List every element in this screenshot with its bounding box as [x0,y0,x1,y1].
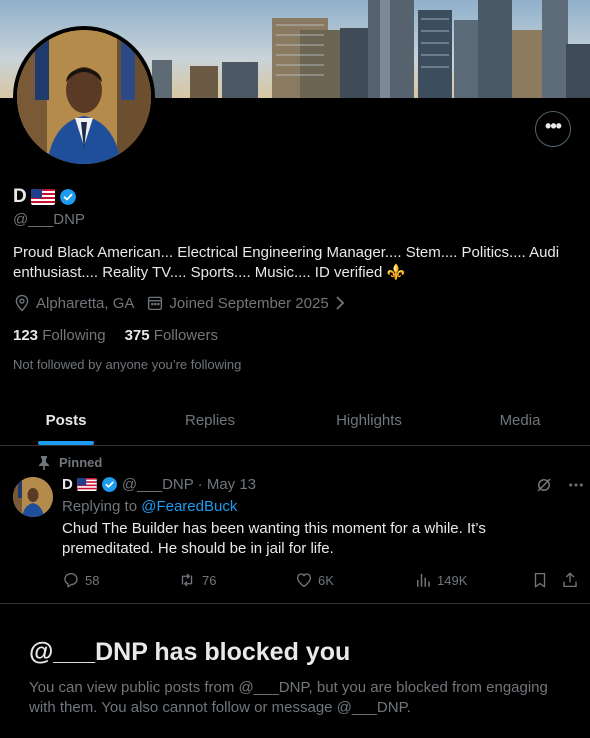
tab-media[interactable]: Media [450,396,590,445]
pinned-label: Pinned [59,455,103,470]
share-icon [563,572,577,588]
us-flag-icon [77,478,97,491]
profile-handle: @___DNP [13,211,85,228]
replying-to-link[interactable]: @FearedBuck [141,498,237,515]
replying-prefix: Replying to [62,498,142,515]
joined-item[interactable]: Joined September 2025 [146,294,345,312]
us-flag-icon [30,189,55,205]
following-label: Following [42,327,106,344]
pinned-indicator: Pinned [38,455,102,470]
grok-icon[interactable] [535,476,553,494]
profile-meta: Alpharetta, GA Joined September 2025 [13,294,358,312]
joined-text: Joined September 2025 [169,294,329,312]
repost-button[interactable]: 76 [177,571,216,589]
views-chart-icon [417,574,430,587]
reply-button[interactable]: 58 [62,571,99,589]
views-count: 149K [437,572,468,588]
location-item: Alpharetta, GA [13,294,134,312]
profile-bio: Proud Black American... Electrical Engin… [13,244,560,281]
location-pin-icon [15,294,29,312]
followers-count: 375 [124,327,150,344]
more-dots-icon: ••• [545,116,562,136]
bookmark-button[interactable] [531,571,549,589]
share-button[interactable] [561,571,579,589]
views-button[interactable]: 149K [414,571,467,589]
tweet-author-avatar[interactable] [13,477,53,517]
tweet-actions: 58 76 6K 149K [62,571,580,591]
avatar-photo [17,30,151,164]
replying-to: Replying to @FearedBuck [62,498,237,515]
tab-highlights[interactable]: Highlights [288,396,450,445]
reply-count: 58 [85,572,100,588]
blocked-description: You can view public posts from @___DNP, … [29,679,548,716]
profile-avatar[interactable] [13,26,155,168]
tweet-more-icon[interactable] [567,476,585,494]
repost-count: 76 [202,572,217,588]
tab-posts[interactable]: Posts [0,396,132,445]
reply-icon [64,572,78,588]
follow-stats: 123 Following 375 Followers [13,327,218,344]
section-divider [0,603,590,604]
profile-tabs: Posts Replies Highlights Media [0,396,590,446]
not-followed-notice: Not followed by anyone you’re following [13,357,242,372]
repost-icon [181,573,193,587]
profile-name: D [13,186,27,207]
pin-icon [39,455,49,470]
bookmark-icon [534,572,546,588]
location-text: Alpharetta, GA [36,294,135,312]
chevron-right-icon [336,296,344,310]
more-options-button[interactable]: ••• [535,111,571,147]
tweet-text: Chud The Builder has been wanting this m… [62,520,486,557]
tweet-tools [535,476,585,494]
tweet-author-name[interactable]: D [62,476,73,493]
blocked-title: @___DNP has blocked you [29,638,351,666]
following-link[interactable]: 123 Following [13,327,106,344]
tweet-header: D @___DNP · May 13 [62,476,256,493]
verified-badge-icon[interactable] [101,476,118,493]
tweet-handle-date[interactable]: @___DNP · May 13 [122,476,256,493]
verified-badge-icon[interactable] [59,188,77,206]
following-count: 123 [13,327,39,344]
calendar-icon [148,296,163,311]
like-button[interactable]: 6K [295,571,334,589]
heart-icon [296,573,312,588]
followers-label: Followers [153,327,218,344]
profile-name-row: D [13,186,77,208]
tab-replies[interactable]: Replies [132,396,288,445]
followers-link[interactable]: 375 Followers [125,327,218,344]
like-count: 6K [318,572,334,588]
